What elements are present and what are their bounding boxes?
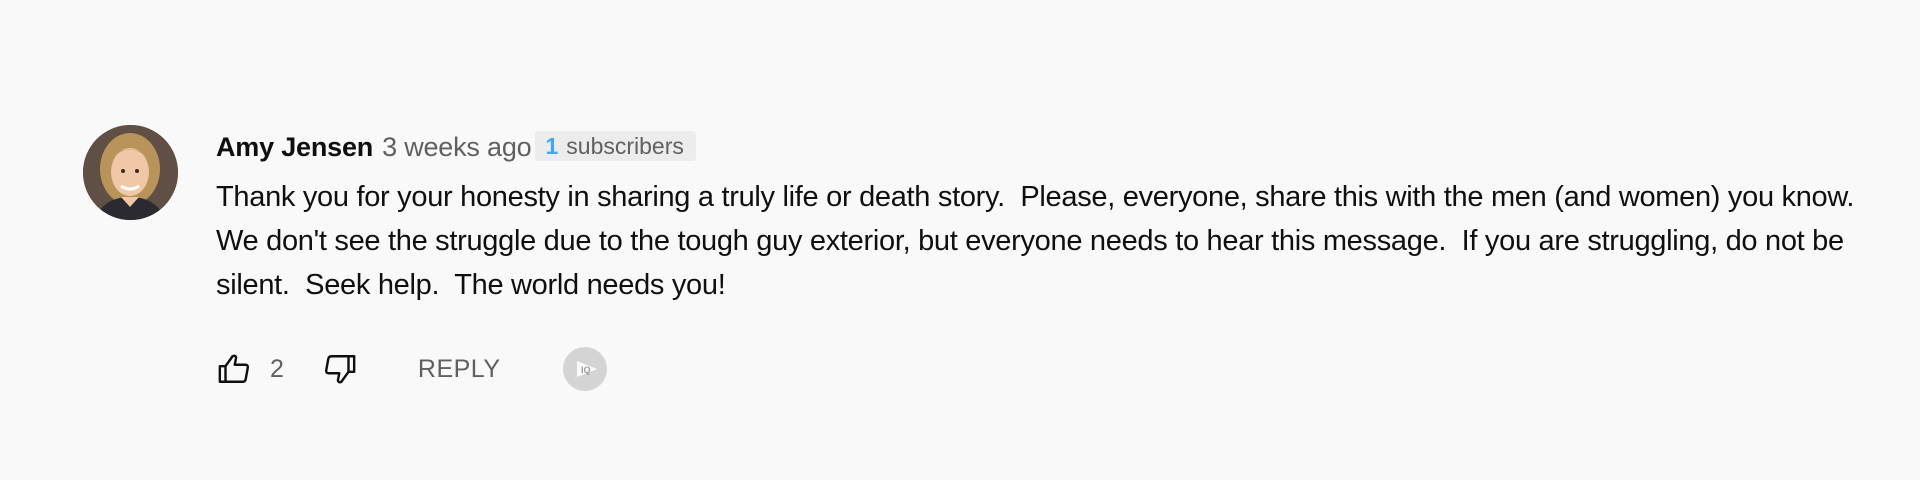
- iq-extension-button[interactable]: IQ: [562, 347, 607, 391]
- comment-header: Amy Jensen 3 weeks ago 1 subscribers: [216, 127, 1856, 167]
- like-button[interactable]: [216, 352, 252, 386]
- comment-text: Thank you for your honesty in sharing a …: [216, 181, 1870, 301]
- subscriber-label: subscribers: [566, 132, 684, 159]
- comment-body: Amy Jensen 3 weeks ago 1 subscribers Tha…: [216, 125, 1856, 307]
- reply-button[interactable]: REPLY: [408, 349, 511, 390]
- like-count: 2: [270, 354, 284, 383]
- comment-actions: 2 REPLY IQ: [216, 346, 607, 392]
- user-photo-avatar-icon: [83, 125, 178, 220]
- comment-author[interactable]: Amy Jensen: [216, 132, 373, 163]
- thumbs-up-icon: [218, 354, 249, 383]
- iq-extension-icon: IQ: [576, 361, 597, 377]
- comment-timestamp[interactable]: 3 weeks ago: [382, 132, 532, 163]
- iq-extension-label: IQ: [581, 365, 591, 375]
- dislike-button[interactable]: [322, 352, 358, 386]
- avatar[interactable]: [83, 125, 178, 220]
- subscriber-count: 1: [545, 132, 559, 159]
- subscriber-badge: 1 subscribers: [535, 131, 696, 161]
- thumbs-down-icon: [324, 355, 356, 384]
